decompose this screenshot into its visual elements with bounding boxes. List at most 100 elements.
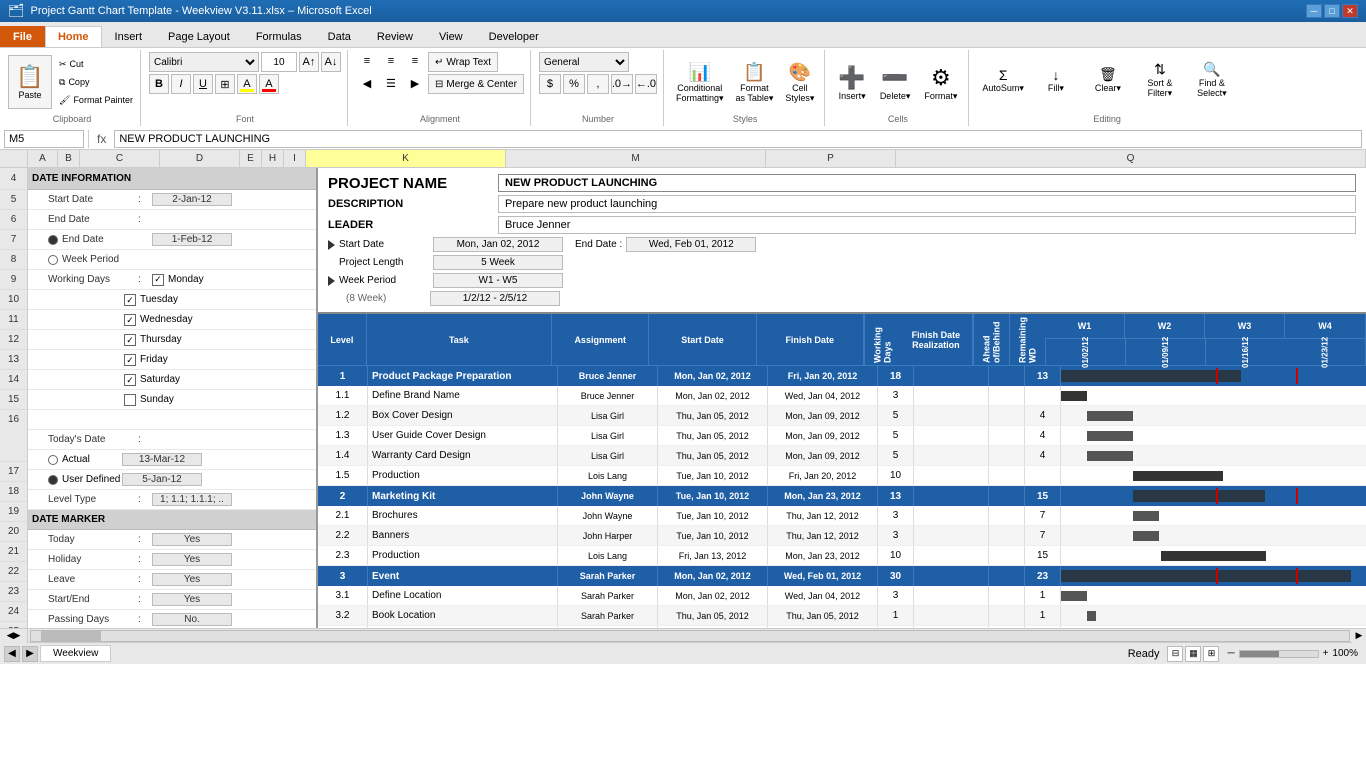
zoom-out-button[interactable]: ─: [1227, 648, 1234, 659]
sunday-checkbox[interactable]: [124, 394, 136, 406]
week-period-radio[interactable]: [48, 255, 58, 265]
tab-review[interactable]: Review: [364, 26, 426, 47]
currency-button[interactable]: $: [539, 74, 561, 94]
description-input[interactable]: [498, 195, 1356, 213]
font-name-select[interactable]: Calibri: [149, 52, 259, 72]
tab-view[interactable]: View: [426, 26, 476, 47]
tab-data[interactable]: Data: [315, 26, 364, 47]
tab-insert[interactable]: Insert: [102, 26, 156, 47]
user-defined-value[interactable]: 5-Jan-12: [122, 473, 202, 486]
insert-cells-button[interactable]: ➕ Insert▾: [833, 55, 870, 111]
align-top-right-button[interactable]: ≡: [404, 52, 426, 70]
actual-radio[interactable]: [48, 455, 58, 465]
leave-marker-value[interactable]: Yes: [152, 573, 232, 586]
sheet-nav-left[interactable]: ◀: [4, 646, 20, 662]
col-q[interactable]: Q: [896, 150, 1366, 167]
wednesday-checkbox[interactable]: ✓: [124, 314, 136, 326]
normal-view-button[interactable]: ⊟: [1167, 646, 1183, 662]
scroll-tab-arrows[interactable]: ◀▶: [0, 629, 28, 643]
tab-formulas[interactable]: Formulas: [243, 26, 315, 47]
row-17[interactable]: 17: [0, 462, 27, 482]
row-16[interactable]: 16: [0, 410, 27, 462]
project-name-input[interactable]: [498, 174, 1356, 192]
align-top-left-button[interactable]: ≡: [356, 52, 378, 70]
row-4[interactable]: 4: [0, 168, 27, 190]
format-cells-button[interactable]: ⚙ Format▾: [919, 55, 962, 111]
col-p[interactable]: P: [766, 150, 896, 167]
zoom-thumb[interactable]: [1240, 651, 1279, 657]
row-18[interactable]: 18: [0, 482, 27, 502]
col-d[interactable]: D: [160, 150, 240, 167]
italic-button[interactable]: I: [171, 74, 191, 94]
window-controls[interactable]: ─ □ ✕: [1306, 4, 1358, 18]
row-7[interactable]: 7: [0, 230, 27, 250]
row-6[interactable]: 6: [0, 210, 27, 230]
scroll-right-button[interactable]: ▶: [1352, 629, 1366, 643]
user-defined-radio[interactable]: [48, 475, 58, 485]
align-left-button[interactable]: ◀: [356, 74, 378, 92]
today-marker-value[interactable]: Yes: [152, 533, 232, 546]
conditional-formatting-button[interactable]: 📊 Conditional Formatting▾: [672, 58, 728, 108]
row-11[interactable]: 11: [0, 310, 27, 330]
paste-button[interactable]: 📋 Paste: [8, 55, 52, 109]
col-a[interactable]: A: [28, 150, 58, 167]
tab-home[interactable]: Home: [45, 26, 102, 47]
week-period-info-value[interactable]: [433, 273, 563, 288]
tab-page-layout[interactable]: Page Layout: [155, 26, 243, 47]
row-15[interactable]: 15: [0, 390, 27, 410]
comma-button[interactable]: ,: [587, 74, 609, 94]
font-color-button[interactable]: A: [259, 74, 279, 94]
row-21[interactable]: 21: [0, 542, 27, 562]
range-value[interactable]: [430, 291, 560, 306]
project-length-value[interactable]: [433, 255, 563, 270]
actual-date-value[interactable]: 13-Mar-12: [122, 453, 202, 466]
col-i[interactable]: I: [284, 150, 306, 167]
align-top-center-button[interactable]: ≡: [380, 52, 402, 70]
friday-checkbox[interactable]: ✓: [124, 354, 136, 366]
row-20[interactable]: 20: [0, 522, 27, 542]
number-format-select[interactable]: General: [539, 52, 629, 72]
h-scroll-track[interactable]: [30, 630, 1350, 642]
underline-button[interactable]: U: [193, 74, 213, 94]
align-right-button[interactable]: ▶: [404, 74, 426, 92]
fill-button[interactable]: ↓ Fill▾: [1031, 52, 1081, 108]
row-12[interactable]: 12: [0, 330, 27, 350]
row-24[interactable]: 24: [0, 602, 27, 622]
row-13[interactable]: 13: [0, 350, 27, 370]
row-9[interactable]: 9: [0, 270, 27, 290]
passing-days-value[interactable]: No.: [152, 613, 232, 626]
row-14[interactable]: 14: [0, 370, 27, 390]
leader-input[interactable]: [498, 216, 1356, 234]
page-layout-view-button[interactable]: ▦: [1185, 646, 1201, 662]
row-8[interactable]: 8: [0, 250, 27, 270]
zoom-in-button[interactable]: +: [1323, 648, 1329, 659]
zoom-slider[interactable]: [1239, 650, 1319, 658]
cell-styles-button[interactable]: 🎨 Cell Styles▾: [781, 58, 818, 108]
saturday-checkbox[interactable]: ✓: [124, 374, 136, 386]
sheet-nav-right[interactable]: ▶: [22, 646, 38, 662]
col-h[interactable]: H: [262, 150, 284, 167]
copy-button[interactable]: ⧉ Copy: [56, 74, 136, 90]
font-size-input[interactable]: [261, 52, 297, 72]
end-date-value[interactable]: 1-Feb-12: [152, 233, 232, 246]
row-19[interactable]: 19: [0, 502, 27, 522]
autosum-button[interactable]: Σ AutoSum▾: [977, 52, 1029, 108]
tab-developer[interactable]: Developer: [476, 26, 552, 47]
sort-filter-button[interactable]: ⇅ Sort & Filter▾: [1135, 52, 1185, 108]
format-painter-button[interactable]: 🖌 Format Painter: [56, 92, 136, 108]
shrink-font-button[interactable]: A↓: [321, 52, 341, 72]
col-c[interactable]: C: [80, 150, 160, 167]
delete-cells-button[interactable]: ➖ Delete▾: [875, 55, 916, 111]
end-date-info-value[interactable]: [626, 237, 756, 252]
decrease-decimal-button[interactable]: ←.0: [635, 74, 657, 94]
end-date-radio[interactable]: [48, 235, 58, 245]
find-select-button[interactable]: 🔍 Find & Select▾: [1187, 52, 1237, 108]
corner-cell[interactable]: [0, 150, 28, 167]
grow-font-button[interactable]: A↑: [299, 52, 319, 72]
col-b[interactable]: B: [58, 150, 80, 167]
percent-button[interactable]: %: [563, 74, 585, 94]
cut-button[interactable]: ✂ Cut: [56, 56, 136, 72]
align-center-button[interactable]: ☰: [380, 74, 402, 92]
name-box[interactable]: [4, 130, 84, 148]
h-scroll-thumb[interactable]: [41, 631, 101, 641]
